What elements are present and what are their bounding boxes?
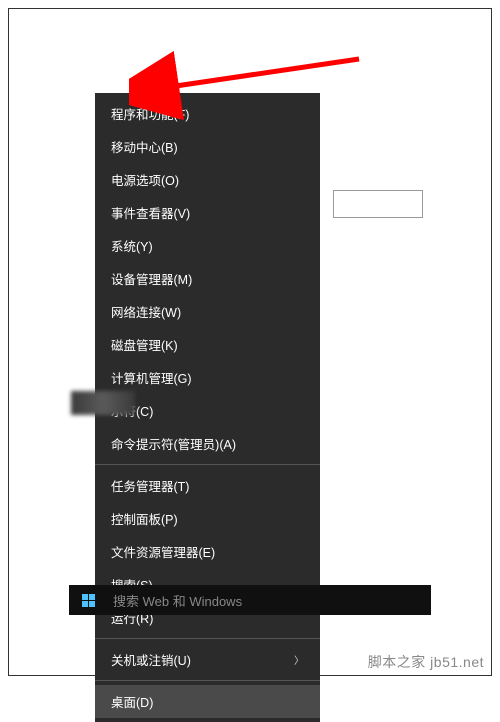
menu-item-label: 电源选项(O)	[111, 170, 179, 189]
content-area: 程序和功能(F) 移动中心(B) 电源选项(O) 事件查看器(V) 系统(Y) 设备管理器…	[39, 39, 461, 645]
menu-item-label: 磁盘管理(K)	[111, 335, 178, 354]
menu-item-6[interactable]: 网络连接(W)	[95, 295, 320, 328]
menu-item-label: 控制面板(P)	[111, 509, 178, 528]
menu-item-label: 关机或注销(U)	[111, 650, 191, 669]
menu-item-label: 桌面(D)	[111, 692, 153, 711]
menu-item-7[interactable]: 磁盘管理(K)	[95, 328, 320, 361]
menu-item-4[interactable]: 系统(Y)	[95, 229, 320, 262]
menu-item-13[interactable]: 文件资源管理器(E)	[95, 535, 320, 568]
menu-item-label: 命令提示符(管理员)(A)	[111, 434, 236, 453]
menu-item-label: 任务管理器(T)	[111, 476, 189, 495]
menu-item-label: 系统(Y)	[111, 236, 153, 255]
taskbar: 搜索 Web 和 Windows	[69, 585, 431, 615]
chevron-right-icon: 〉	[294, 652, 304, 667]
menu-separator	[95, 680, 320, 681]
menu-item-11[interactable]: 任务管理器(T)	[95, 469, 320, 502]
menu-item-label: 事件查看器(V)	[111, 203, 190, 222]
menu-item-0[interactable]: 程序和功能(F)	[95, 97, 320, 130]
watermark-text: 脚本之家 jb51.net	[368, 652, 484, 672]
menu-separator	[95, 464, 320, 465]
menu-item-17[interactable]: 桌面(D)	[95, 685, 320, 718]
menu-separator	[95, 638, 320, 639]
menu-item-label: 设备管理器(M)	[111, 269, 192, 288]
menu-item-label: 文件资源管理器(E)	[111, 542, 215, 561]
censored-region	[71, 391, 135, 415]
menu-item-3[interactable]: 事件查看器(V)	[95, 196, 320, 229]
menu-item-label: 移动中心(B)	[111, 137, 178, 156]
outer-frame: 程序和功能(F) 移动中心(B) 电源选项(O) 事件查看器(V) 系统(Y) 设备管理器…	[8, 8, 492, 676]
menu-item-label: 计算机管理(G)	[111, 368, 192, 387]
menu-item-10[interactable]: 命令提示符(管理员)(A)	[95, 427, 320, 460]
menu-item-5[interactable]: 设备管理器(M)	[95, 262, 320, 295]
menu-item-1[interactable]: 移动中心(B)	[95, 130, 320, 163]
menu-item-8[interactable]: 计算机管理(G)	[95, 361, 320, 394]
page-search-box[interactable]	[333, 190, 423, 218]
menu-item-2[interactable]: 电源选项(O)	[95, 163, 320, 196]
menu-item-label: 网络连接(W)	[111, 302, 181, 321]
start-button[interactable]	[69, 585, 107, 615]
menu-item-16[interactable]: 关机或注销(U) 〉	[95, 643, 320, 676]
windows-logo-icon	[82, 594, 95, 607]
taskbar-search-input[interactable]: 搜索 Web 和 Windows	[107, 591, 431, 610]
menu-item-label: 程序和功能(F)	[111, 104, 189, 123]
menu-item-12[interactable]: 控制面板(P)	[95, 502, 320, 535]
